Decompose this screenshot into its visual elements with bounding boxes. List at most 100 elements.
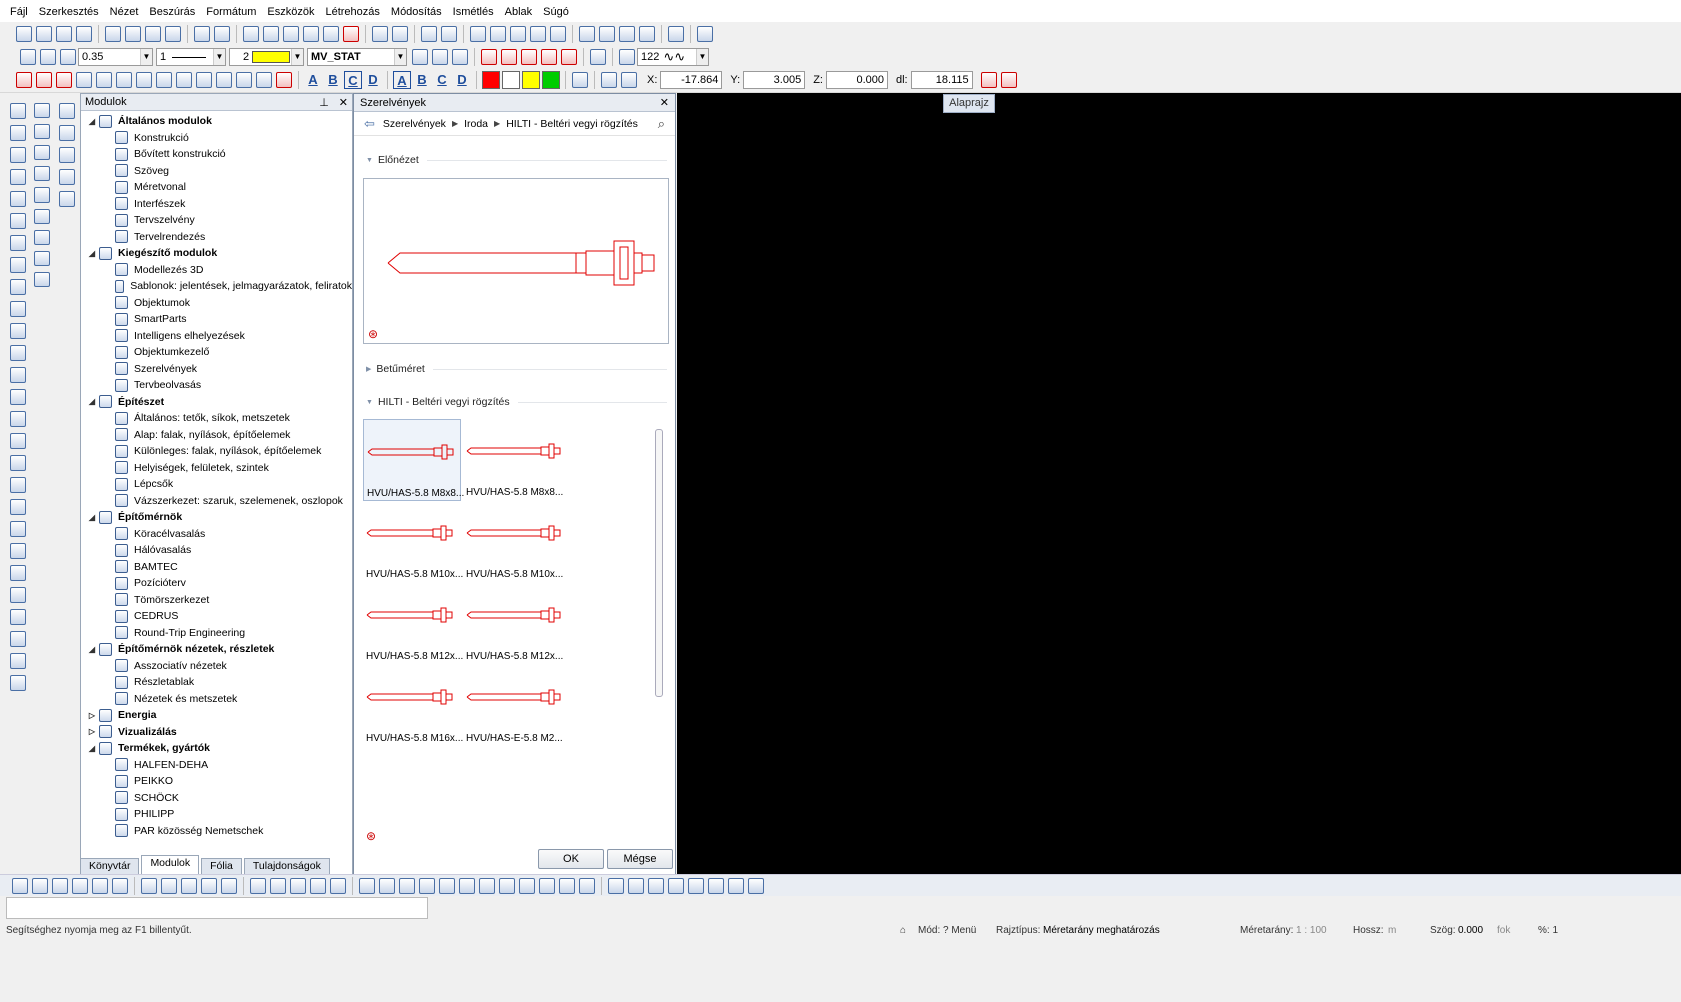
- dim-style-d[interactable]: D: [453, 71, 471, 89]
- text-style-b[interactable]: B: [324, 71, 342, 89]
- copy-format-icon[interactable]: [303, 26, 319, 42]
- format-properties-icon[interactable]: [590, 49, 606, 65]
- module-group-tool-icon[interactable]: [34, 103, 50, 119]
- bottom-tool-icon[interactable]: [539, 877, 555, 894]
- fixture-item[interactable]: HVU/HAS-5.8 M12x...: [463, 583, 563, 665]
- length-unit[interactable]: m: [1388, 925, 1396, 936]
- left-tool-icon[interactable]: [10, 125, 26, 141]
- bottom-tool-icon[interactable]: [579, 877, 595, 894]
- bottom-tool-icon[interactable]: [379, 877, 395, 894]
- module-shortcut-tool-icon[interactable]: [59, 125, 75, 141]
- menu-item-2[interactable]: Nézet: [110, 6, 139, 18]
- text-style-a[interactable]: A: [304, 71, 322, 89]
- fixture-item[interactable]: HVU/HAS-5.8 M12x...: [363, 583, 463, 665]
- mirror-copy-icon[interactable]: [96, 72, 112, 88]
- print-icon[interactable]: [36, 26, 52, 42]
- snap-point-icon[interactable]: [621, 72, 637, 88]
- status-mode[interactable]: Mód: ? Menü: [918, 925, 976, 936]
- snap-grid-icon[interactable]: [601, 72, 617, 88]
- module-group-tool-icon[interactable]: [34, 187, 50, 203]
- module-group-tool-icon[interactable]: [34, 145, 50, 161]
- bottom-tool-icon[interactable]: [648, 877, 664, 894]
- insertion-point-icon-bottom[interactable]: ⊛: [366, 829, 376, 843]
- plot-icon[interactable]: [16, 26, 32, 42]
- rotate-icon[interactable]: [116, 72, 132, 88]
- layer-arrows-icon[interactable]: [412, 49, 428, 65]
- left-tool-icon[interactable]: [10, 257, 26, 273]
- menu-item-5[interactable]: Eszközök: [267, 6, 314, 18]
- left-tool-icon[interactable]: [10, 323, 26, 339]
- fixture-item[interactable]: HVU/HAS-E-5.8 M2...: [463, 665, 563, 747]
- tree-item[interactable]: Nézetek és metszetek: [81, 691, 352, 708]
- layout-icon[interactable]: [56, 26, 72, 42]
- left-tool-icon[interactable]: [10, 345, 26, 361]
- fixture-item[interactable]: HVU/HAS-5.8 M16x...: [363, 665, 463, 747]
- tree-item[interactable]: Sablonok: jelentések, jelmagyarázatok, f…: [81, 278, 352, 295]
- tree-item[interactable]: Pozícióterv: [81, 575, 352, 592]
- tree-item[interactable]: Lépcsők: [81, 476, 352, 493]
- left-tool-icon[interactable]: [10, 191, 26, 207]
- tree-item[interactable]: Interfészek: [81, 196, 352, 213]
- tree-item[interactable]: Hálóvasalás: [81, 542, 352, 559]
- items-section-header[interactable]: ▼ HILTI - Beltéri vegyi rögzítés: [354, 394, 675, 410]
- tab-0[interactable]: Könyvtár: [80, 858, 140, 875]
- pattern-icon[interactable]: [501, 49, 517, 65]
- angle-value[interactable]: 0.000: [1458, 925, 1483, 936]
- tree-item[interactable]: Méretvonal: [81, 179, 352, 196]
- bottom-tool-icon[interactable]: [559, 877, 575, 894]
- fixture-item[interactable]: HVU/HAS-5.8 M10x...: [463, 501, 563, 583]
- tree-item[interactable]: Helyiségek, felületek, szintek: [81, 460, 352, 477]
- collapse-arrow-icon[interactable]: ◢: [85, 117, 99, 126]
- tree-item[interactable]: Asszociatív nézetek: [81, 658, 352, 675]
- menu-item-7[interactable]: Módosítás: [391, 6, 442, 18]
- split-icon[interactable]: [256, 72, 272, 88]
- bottom-tool-icon[interactable]: [250, 877, 266, 894]
- open-file-icon[interactable]: [125, 26, 141, 42]
- tree-item[interactable]: PAR közösség Nemetschek: [81, 823, 352, 840]
- menu-item-1[interactable]: Szerkesztés: [39, 6, 99, 18]
- module-shortcut-tool-icon[interactable]: [59, 147, 75, 163]
- tree-item[interactable]: SCHÖCK: [81, 790, 352, 807]
- module-shortcut-tool-icon[interactable]: [59, 191, 75, 207]
- line-type-select[interactable]: 1 ▼: [156, 48, 226, 66]
- coil-icon[interactable]: [619, 49, 635, 65]
- tree-item[interactable]: Szerelvények: [81, 361, 352, 378]
- left-tool-icon[interactable]: [10, 147, 26, 163]
- close-icon[interactable]: ✕: [339, 97, 348, 109]
- tree-item[interactable]: Köracélvasalás: [81, 526, 352, 543]
- module-group-tool-icon[interactable]: [34, 250, 50, 266]
- close-icon[interactable]: ✕: [660, 96, 669, 109]
- fixture-item[interactable]: HVU/HAS-5.8 M8x8...: [363, 419, 464, 501]
- new-file-icon[interactable]: [105, 26, 121, 42]
- tree-item[interactable]: Tervbeolvasás: [81, 377, 352, 394]
- fixture-item[interactable]: HVU/HAS-5.8 M8x8...: [463, 419, 563, 501]
- bottom-tool-icon[interactable]: [92, 877, 108, 894]
- tree-group[interactable]: ◢ Kiegészítő modulok: [81, 245, 352, 262]
- color-swatch-white[interactable]: [502, 71, 520, 89]
- redo-icon[interactable]: [392, 26, 408, 42]
- tree-item[interactable]: Általános: tetők, síkok, metszetek: [81, 410, 352, 427]
- tree-group[interactable]: ◢ Építőmérnök nézetek, részletek: [81, 641, 352, 658]
- left-tool-icon[interactable]: [10, 103, 26, 119]
- bottom-tool-icon[interactable]: [439, 877, 455, 894]
- bottom-tool-icon[interactable]: [419, 877, 435, 894]
- settings-icon[interactable]: [619, 26, 635, 42]
- bottom-tool-icon[interactable]: [608, 877, 624, 894]
- ok-button[interactable]: OK: [538, 849, 604, 869]
- search-icon[interactable]: ⌕: [658, 116, 665, 132]
- bottom-tool-icon[interactable]: [748, 877, 764, 894]
- array-icon[interactable]: [196, 72, 212, 88]
- collapse-arrow-icon[interactable]: ◢: [85, 397, 99, 406]
- dim-style-a[interactable]: A: [393, 71, 411, 89]
- bottom-tool-icon[interactable]: [728, 877, 744, 894]
- layer-visibility-icon[interactable]: [452, 49, 468, 65]
- style-area-icon[interactable]: [561, 49, 577, 65]
- left-tool-icon[interactable]: [10, 675, 26, 691]
- dim-style-c[interactable]: C: [433, 71, 451, 89]
- bottom-tool-icon[interactable]: [221, 877, 237, 894]
- menu-item-4[interactable]: Formátum: [206, 6, 256, 18]
- left-tool-icon[interactable]: [10, 499, 26, 515]
- left-tool-icon[interactable]: [10, 609, 26, 625]
- expand-arrow-icon[interactable]: ▷: [85, 711, 99, 720]
- pen-thickness-icon[interactable]: [60, 49, 76, 65]
